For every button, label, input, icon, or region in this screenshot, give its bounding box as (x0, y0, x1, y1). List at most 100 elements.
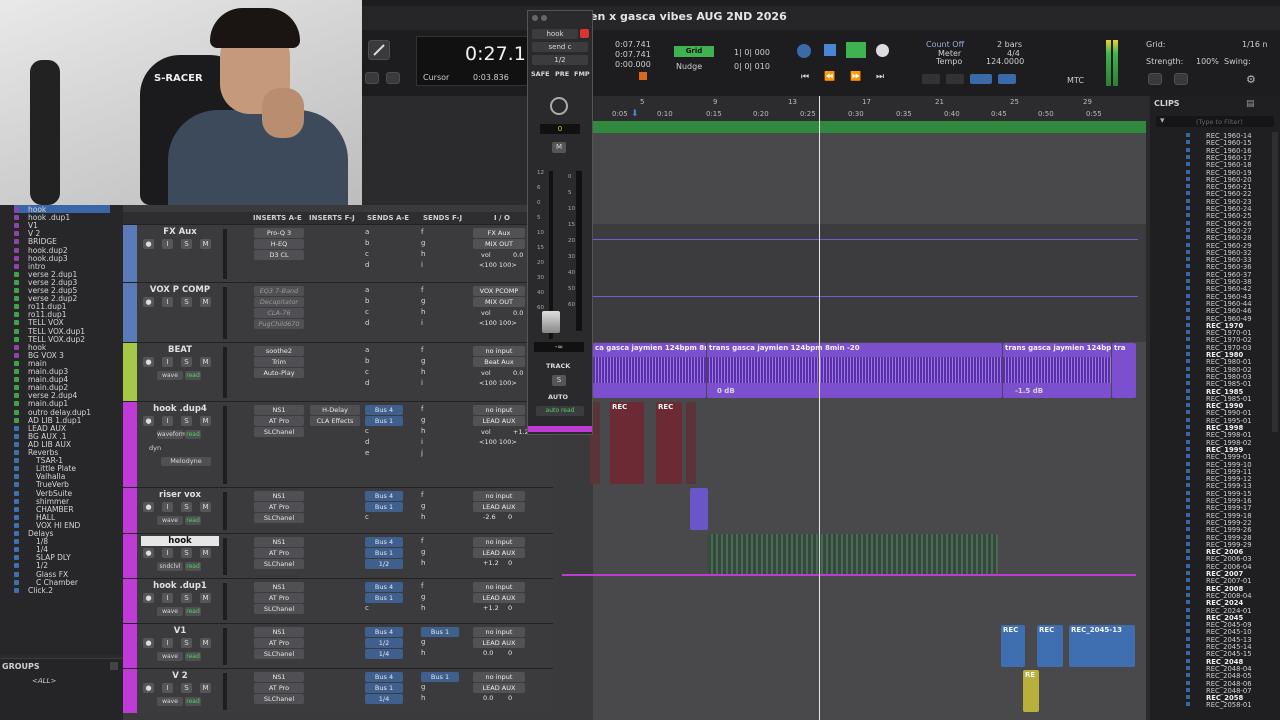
send-slot[interactable]: 1/4 (365, 694, 403, 704)
input-selector[interactable]: no input (473, 627, 525, 637)
send-slot[interactable]: h (421, 427, 425, 435)
send-slot[interactable]: d (365, 379, 369, 387)
send-slot[interactable]: d (365, 261, 369, 269)
solo-button[interactable]: S (181, 297, 192, 307)
send-slot[interactable]: Bus 1 (365, 502, 403, 512)
solo-button[interactable]: S (181, 593, 192, 603)
gear-icon[interactable]: ⚙ (1246, 73, 1256, 86)
automation-mode-select[interactable]: read (185, 607, 201, 616)
input-monitor-button[interactable]: I (162, 638, 173, 648)
grid-value[interactable]: 1| 0| 000 (734, 48, 770, 57)
track-row[interactable]: hook .dup4 ● I S Mwaveform read dyn Melodyne NS1… (123, 401, 553, 487)
track-view-select[interactable]: sndclvl (157, 562, 183, 571)
volume-value[interactable]: -2.6 (483, 513, 496, 521)
pan-knob[interactable] (550, 97, 568, 115)
automation-mode-select[interactable]: read (185, 516, 201, 525)
send-mute-button[interactable]: M (552, 142, 566, 153)
send-slot[interactable]: 1/2 (365, 638, 403, 648)
fader-value[interactable]: -∞ (534, 342, 584, 352)
rec-button[interactable]: ● (143, 502, 154, 512)
send-slot[interactable]: f (421, 537, 423, 545)
send-slot[interactable]: g (421, 297, 425, 305)
output-selector[interactable]: LEAD AUX (473, 548, 525, 558)
track-name[interactable]: FX Aux (141, 227, 219, 237)
loop-playback-button[interactable] (846, 42, 866, 58)
insert-slot[interactable]: SLChanel (254, 649, 304, 659)
pencil-tool-icon[interactable] (368, 40, 390, 60)
track-name[interactable]: riser vox (141, 490, 219, 500)
insert-slot[interactable]: AT Pro (254, 593, 304, 603)
send-slot[interactable]: i (421, 379, 423, 387)
send-slot[interactable]: Bus 4 (365, 491, 403, 501)
volume-value[interactable]: +1.2 (483, 604, 499, 612)
pan-value[interactable]: <100 100> (479, 319, 517, 327)
output-selector[interactable]: LEAD AUX (473, 502, 525, 512)
solo-button[interactable]: S (181, 638, 192, 648)
input-monitor-button[interactable]: I (162, 593, 173, 603)
insert-slot[interactable]: Pro-Q 3 (254, 228, 304, 238)
insert-slot[interactable]: AT Pro (254, 683, 304, 693)
send-slot[interactable]: Bus 1 (365, 548, 403, 558)
send-slot[interactable]: g (421, 239, 425, 247)
pan-value[interactable]: <100 100> (479, 261, 517, 269)
send-slot[interactable]: Bus 4 (365, 537, 403, 547)
v1-clip-2[interactable]: REC (1037, 625, 1063, 667)
track-view-select[interactable]: wave (157, 652, 183, 661)
track-row[interactable]: VOX P COMP ● I S M EQ3 7-Band Decapitator CLA-7… (123, 282, 553, 342)
safe-button[interactable]: SAFE (531, 70, 550, 78)
insert-slot[interactable]: NS1 (254, 627, 304, 637)
input-monitor-button[interactable]: I (162, 297, 173, 307)
output-selector[interactable]: MIX OUT (473, 297, 525, 307)
volume-value[interactable]: 0.0 (513, 251, 523, 259)
clips-filter-input[interactable]: ▾ (Type to Filter) (1156, 116, 1274, 127)
send-slot[interactable]: c (365, 250, 369, 258)
mute-button[interactable]: M (200, 297, 211, 307)
riser-vox-clip[interactable] (690, 488, 708, 530)
hook-clips[interactable] (708, 534, 998, 574)
send-slot[interactable]: i (421, 438, 423, 446)
solo-button[interactable]: S (181, 683, 192, 693)
track-view-select[interactable]: wave (157, 516, 183, 525)
count-off-label[interactable]: Count Off (926, 40, 964, 49)
insert-slot[interactable]: AT Pro (254, 638, 304, 648)
output-selector[interactable]: Beat Aux (473, 357, 525, 367)
solo-button[interactable]: S (181, 239, 192, 249)
pan-value[interactable]: <100 100> (479, 438, 517, 446)
mute-button[interactable]: M (200, 502, 211, 512)
send-slot[interactable]: i (421, 319, 423, 327)
send-slot[interactable]: f (421, 582, 423, 590)
send-slot[interactable]: g (421, 638, 425, 646)
insert-slot[interactable]: NS1 (254, 491, 304, 501)
track-name[interactable]: BEAT (141, 345, 219, 355)
insert-slot[interactable]: NS1 (254, 537, 304, 547)
send-slot[interactable]: g (421, 416, 425, 424)
send-slot[interactable]: c (365, 308, 369, 316)
pan-value[interactable]: 0 (508, 513, 512, 521)
input-selector[interactable]: no input (473, 346, 525, 356)
pre-button[interactable]: PRE (555, 70, 569, 78)
automation-mode-select[interactable]: read (185, 430, 201, 439)
send-slot[interactable]: e (365, 449, 369, 457)
zoom-toggle-icon[interactable] (365, 72, 379, 84)
window-close-icon[interactable] (532, 15, 538, 21)
send-slot[interactable]: Bus 1 (421, 627, 459, 637)
count-off-bars[interactable]: 2 bars (997, 40, 1022, 49)
track-row[interactable]: FX Aux ● I S M Pro-Q 3 H-EQ D3 CL a b c d f g h i FX Aux… (123, 224, 553, 282)
hook-dup4-clip-3[interactable] (686, 402, 696, 484)
send-slot[interactable]: h (421, 694, 425, 702)
output-selector[interactable]: LEAD AUX (473, 683, 525, 693)
output-selector[interactable]: LEAD AUX (473, 638, 525, 648)
automation-mode[interactable]: auto read (536, 406, 584, 416)
track-row[interactable]: V1 ● I S Mwave read NS1 AT Pro SLChanel Bus 4 1/2 1… (123, 623, 553, 668)
v2-clip[interactable]: RE (1023, 670, 1039, 712)
metronome-icon[interactable] (946, 74, 964, 84)
input-selector[interactable]: no input (473, 582, 525, 592)
wait-for-note-icon[interactable] (970, 74, 992, 84)
automation-mode-select[interactable]: read (185, 562, 201, 571)
volume-value[interactable]: 0.0 (513, 369, 523, 377)
insert-slot[interactable]: AT Pro (254, 502, 304, 512)
send-slot[interactable]: d (365, 438, 369, 446)
return-to-zero-button[interactable]: ⏮ (801, 72, 809, 82)
output-selector[interactable]: MIX OUT (473, 239, 525, 249)
send-slot[interactable]: j (421, 449, 423, 457)
